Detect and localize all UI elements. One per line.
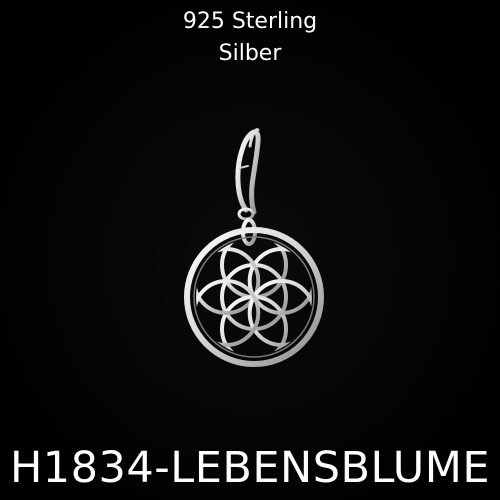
lobster-clasp bbox=[235, 128, 261, 221]
flower-of-life-charm-icon bbox=[184, 128, 324, 367]
flower-of-life-pendant bbox=[184, 227, 324, 367]
product-code: H1834-LEBENSBLUME bbox=[9, 443, 491, 493]
